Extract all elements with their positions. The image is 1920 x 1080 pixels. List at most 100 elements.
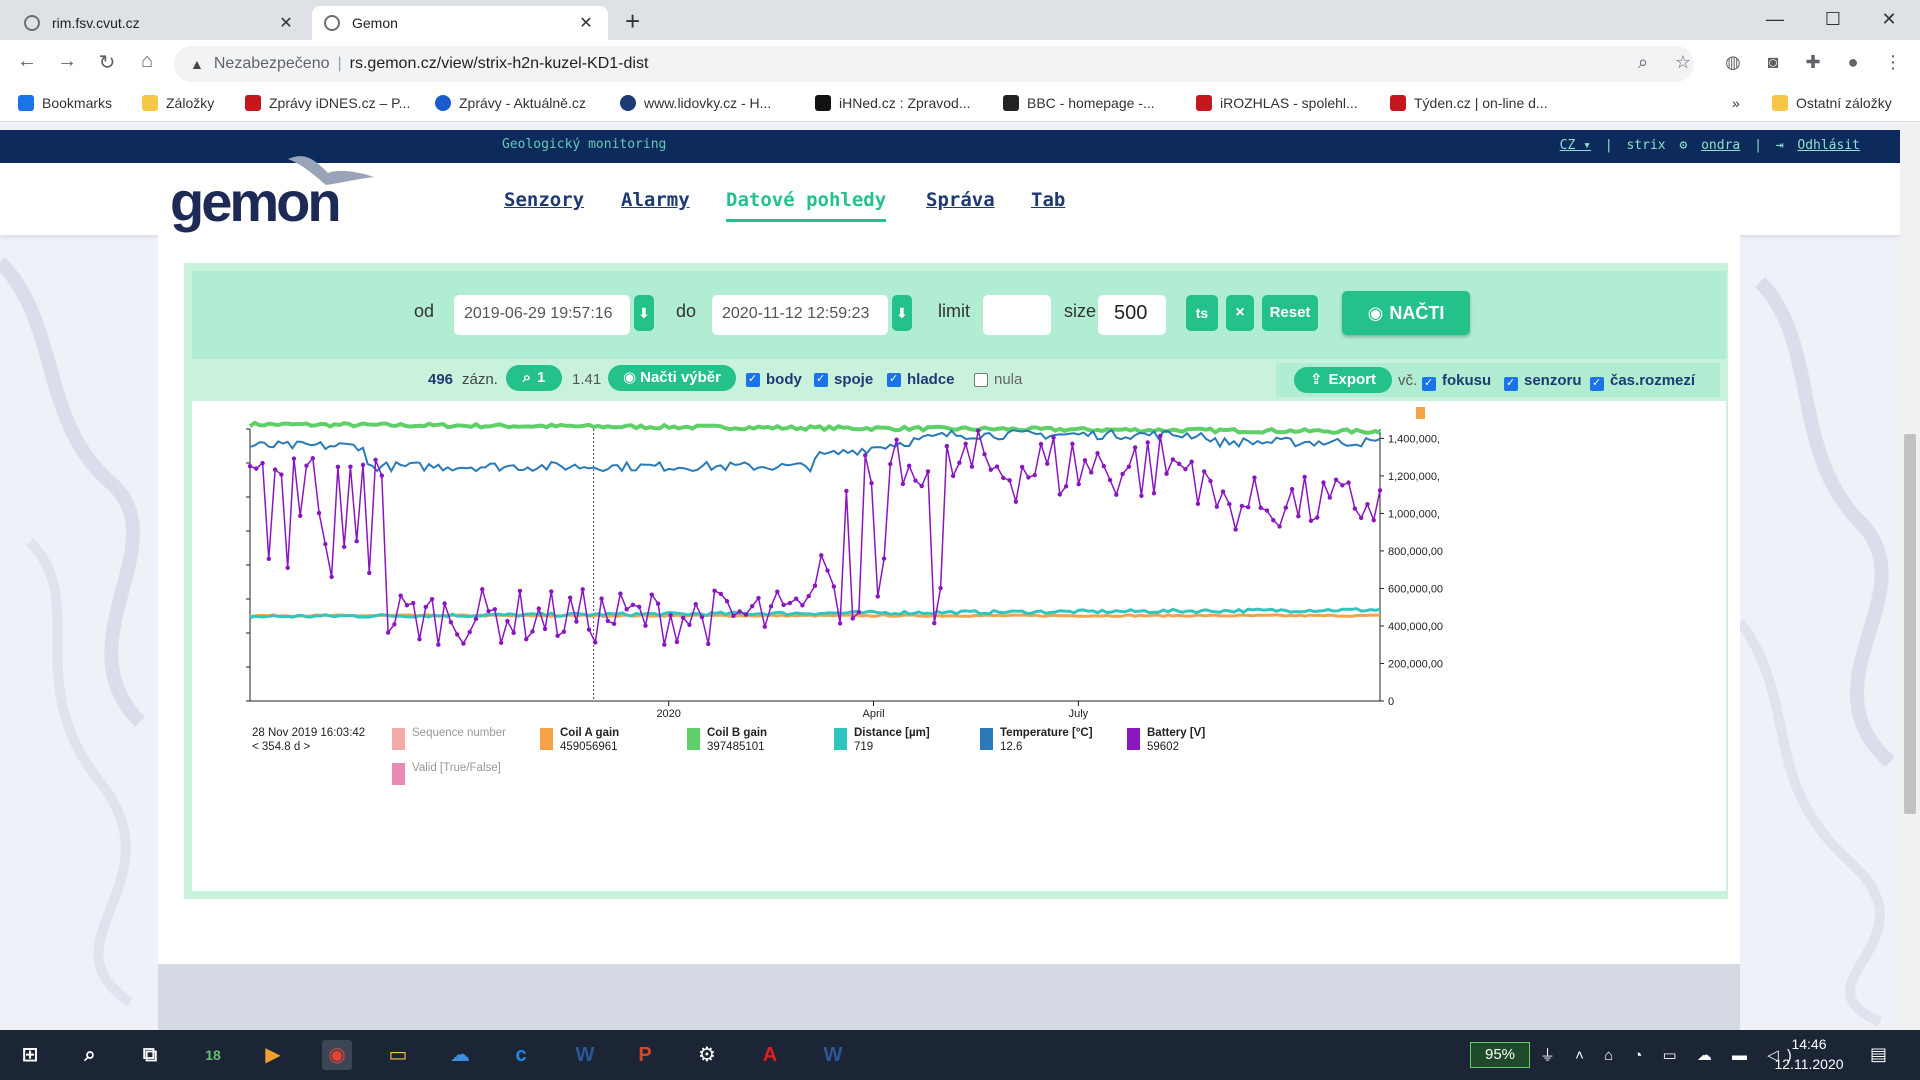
page-scrollbar[interactable] (1900, 122, 1920, 1030)
timeseries-chart[interactable]: 0 200,000,00 400,000,00 600,000,00 800,000,0… (192, 401, 1726, 891)
menu-tab[interactable]: Tab (1031, 189, 1065, 211)
fokusu-checkbox[interactable] (1422, 376, 1436, 391)
magnifier-icon: ⌕ (522, 369, 532, 386)
clock-date[interactable]: 12.11.2020 (1768, 1056, 1850, 1072)
battery-point (969, 464, 975, 469)
taskbar-settings-icon[interactable]: ⚙ (692, 1040, 722, 1070)
battery-point (467, 629, 472, 635)
gemon-logo[interactable]: gemon (170, 169, 342, 234)
bookmark-item[interactable]: Týden.cz | on-line d... (1390, 95, 1548, 111)
taskbar-app2-icon[interactable]: c (506, 1040, 536, 1070)
battery-point (486, 608, 491, 614)
limit-input[interactable] (983, 295, 1051, 335)
battery-point (348, 464, 353, 469)
menu-datove-pohledy[interactable]: Datové pohledy (726, 189, 887, 222)
logout-link[interactable]: Odhlásit (1797, 138, 1860, 153)
menu-senzory[interactable]: Senzory (504, 189, 584, 211)
taskbar-app1-icon[interactable]: ☁ (445, 1040, 475, 1070)
star-icon[interactable]: ☆ (1670, 52, 1696, 73)
battery-point (932, 620, 937, 626)
bookmark-item[interactable]: iROZHLAS - spolehl... (1196, 95, 1358, 111)
ts-button[interactable]: ts (1186, 295, 1218, 331)
legend-series-value: 12.6 (1000, 741, 1022, 753)
bookmark-folder[interactable]: Záložky (142, 95, 214, 111)
clock-time[interactable]: 14:46 (1778, 1036, 1840, 1052)
taskbar-task-view-icon[interactable]: ⧉ (135, 1040, 165, 1070)
from-date-input[interactable]: 2019-06-29 19:57:16 (454, 295, 630, 335)
body-label: body (766, 371, 802, 388)
menu-alarmy[interactable]: Alarmy (621, 189, 690, 211)
taskbar-chrome-icon[interactable]: ◉ (322, 1040, 352, 1070)
size-input[interactable]: 500 (1098, 295, 1166, 335)
bookmark-item[interactable]: iHNed.cz : Zpravod... (815, 95, 971, 111)
tray-icons[interactable]: ⏚ ˄ ⌂ ◔ ▭ ☁ ▬ ◁) (1540, 1044, 1800, 1065)
close-tab-icon[interactable]: ✕ (576, 13, 596, 33)
profile-avatar-icon[interactable]: ● (1840, 52, 1866, 73)
more-bookmarks-button[interactable]: » (1732, 95, 1740, 111)
extension-icon[interactable]: ◍ (1720, 52, 1746, 73)
lidovky-icon (620, 95, 636, 111)
language-select[interactable]: CZ ▾ (1560, 138, 1591, 153)
bookmark-item[interactable]: Zprávy - Aktuálně.cz (435, 95, 586, 111)
cas-rozmezi-checkbox[interactable] (1590, 376, 1604, 391)
minimize-button[interactable]: — (1752, 4, 1798, 34)
zoom-icon[interactable]: ⌕ (1630, 52, 1656, 73)
battery-indicator[interactable]: 95% (1470, 1042, 1530, 1068)
hladce-checkbox[interactable] (887, 372, 901, 387)
nula-checkbox[interactable] (974, 373, 988, 387)
senzoru-checkbox[interactable] (1504, 376, 1518, 391)
notifications-icon[interactable]: ▤ (1870, 1044, 1887, 1065)
battery-point (1271, 518, 1276, 523)
taskbar-word2-icon[interactable]: W (818, 1040, 848, 1070)
clear-button[interactable]: × (1226, 295, 1254, 331)
scrollbar-thumb[interactable] (1904, 434, 1916, 814)
reload-button[interactable]: ↻ (92, 50, 122, 75)
taskbar-media-icon[interactable]: ▶ (258, 1040, 288, 1070)
to-now-icon[interactable]: ⬇ (892, 295, 912, 331)
battery-point (1139, 493, 1144, 498)
export-button[interactable]: ⇪ Export (1294, 367, 1392, 393)
other-bookmarks-folder[interactable]: Ostatní záložky (1772, 95, 1892, 111)
taskbar-search-icon[interactable]: ⌕ (75, 1040, 105, 1070)
url-text[interactable]: rs.gemon.cz/view/strix-h2n-kuzel-KD1-dis… (350, 55, 649, 73)
forward-button[interactable]: → (52, 50, 82, 73)
taskbar-acrobat-icon[interactable]: A (755, 1040, 785, 1070)
close-tab-icon[interactable]: ✕ (276, 13, 296, 33)
bookmark-item[interactable]: Zprávy iDNES.cz – P... (245, 95, 410, 111)
home-button[interactable]: ⌂ (132, 50, 162, 73)
bookmark-item[interactable]: BBC - homepage -... (1003, 95, 1155, 111)
taskbar-calendar-icon[interactable]: 18 (198, 1040, 228, 1070)
back-button[interactable]: ← (12, 50, 42, 73)
taskbar-windows-icon[interactable]: ⊞ (15, 1040, 45, 1070)
spoje-checkbox[interactable] (814, 372, 828, 387)
tab-rim[interactable]: rim.fsv.cvut.cz ✕ (12, 6, 308, 40)
user-link[interactable]: ondra (1701, 138, 1740, 153)
close-window-button[interactable]: ✕ (1866, 4, 1912, 34)
maximize-button[interactable]: ☐ (1810, 4, 1856, 34)
address-bar[interactable]: ▲ Nezabezpečeno | rs.gemon.cz/view/strix… (174, 46, 1694, 82)
bookmark-item[interactable]: Bookmarks (18, 95, 112, 111)
load-button[interactable]: ◉ NAČTI (1342, 291, 1470, 335)
bookmark-item[interactable]: www.lidovky.cz - H... (620, 95, 771, 111)
puzzle-icon[interactable]: ✚ (1800, 52, 1826, 73)
load-selection-button[interactable]: ◉ Načti výběr (608, 365, 736, 391)
new-tab-button[interactable]: + (625, 6, 640, 36)
from-now-icon[interactable]: ⬇ (634, 295, 654, 331)
body-checkbox[interactable] (746, 372, 760, 387)
tab-gemon[interactable]: Gemon ✕ (312, 6, 608, 40)
taskbar-explorer-icon[interactable]: ▭ (383, 1040, 413, 1070)
to-date-input[interactable]: 2020-11-12 12:59:23 (712, 295, 888, 335)
series-temperature-line (249, 428, 1381, 474)
records-label: zázn. (462, 371, 498, 388)
battery-point (1164, 471, 1169, 476)
chart-area[interactable]: 0 200,000,00 400,000,00 600,000,00 800,000,0… (192, 401, 1726, 891)
extension-icon[interactable]: ◙ (1760, 52, 1786, 73)
top-info-bar: Geologický monitoring CZ ▾ | strix ⚙ ond… (0, 130, 1900, 163)
taskbar-word-icon[interactable]: W (570, 1040, 600, 1070)
zoom-level-button[interactable]: ⌕ 1 (506, 365, 562, 391)
user-bar: CZ ▾ | strix ⚙ ondra | ⇥ Odhlásit (1554, 138, 1860, 153)
taskbar-powerpoint-icon[interactable]: P (630, 1040, 660, 1070)
menu-sprava[interactable]: Správa (926, 189, 995, 211)
menu-dots-icon[interactable]: ⋮ (1880, 52, 1906, 73)
reset-button[interactable]: Reset (1262, 295, 1318, 331)
